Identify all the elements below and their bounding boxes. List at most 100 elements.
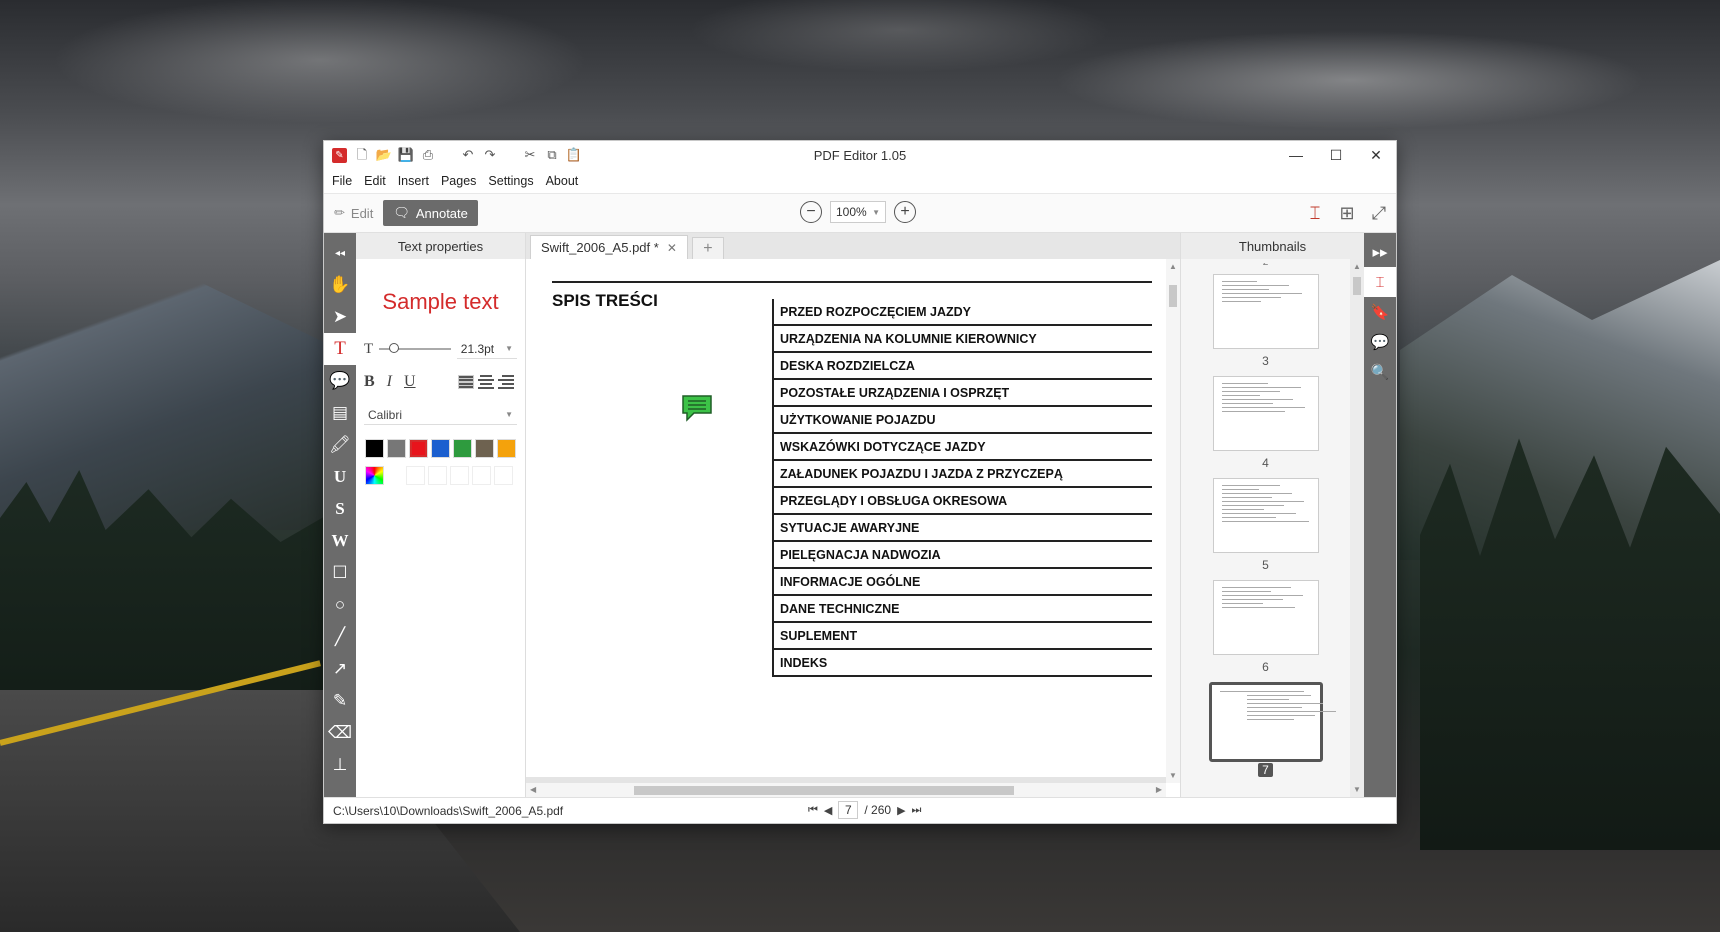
toc-entry[interactable]: PRZEGLĄDY I OBSŁUGA OKRESOWA xyxy=(772,488,1152,515)
toc-entry[interactable]: INFORMACJE OGÓLNE xyxy=(772,569,1152,596)
thumbnails-tab-icon[interactable]: ⌶ xyxy=(1364,267,1396,297)
arrow-tool-icon[interactable]: ↗ xyxy=(324,653,356,685)
save-icon[interactable]: 💾 xyxy=(398,148,414,162)
document-viewport[interactable]: SPIS TREŚCI PRZED ROZPOCZĘCIEM JAZDY URZĄ… xyxy=(526,259,1180,797)
toc-entry[interactable]: POZOSTAŁE URZĄDZENIA I OSPRZĘT xyxy=(772,380,1152,407)
maximize-button[interactable]: ☐ xyxy=(1316,141,1356,169)
toc-entry[interactable]: WSKAZÓWKI DOTYCZĄCE JAZDY xyxy=(772,434,1152,461)
document-vertical-scrollbar[interactable]: ▲ ▼ xyxy=(1166,259,1180,783)
align-center-icon[interactable] xyxy=(477,375,494,389)
comments-icon[interactable]: 💬 xyxy=(1364,327,1396,357)
next-page-icon[interactable]: ▶ xyxy=(897,804,905,817)
zoom-level-select[interactable]: 100% ▼ xyxy=(830,201,886,223)
font-family-select[interactable]: Calibri ▼ xyxy=(364,405,517,425)
thumbnail-item[interactable]: 5 xyxy=(1181,478,1350,572)
toc-entry[interactable]: DANE TECHNICZNE xyxy=(772,596,1152,623)
thumbnails-scrollbar[interactable]: ▲ ▼ xyxy=(1350,259,1364,797)
undo-icon[interactable]: ↶ xyxy=(461,148,475,162)
font-size-slider-thumb[interactable] xyxy=(388,343,399,353)
toc-entry[interactable]: ZAŁADUNEK POJAZDU I JAZDA Z PRZYCZEPĄ xyxy=(772,461,1152,488)
zoom-out-button[interactable]: − xyxy=(800,201,822,223)
toc-entry[interactable]: DESKA ROZDZIELCZA xyxy=(772,353,1152,380)
scroll-left-icon[interactable]: ◀ xyxy=(530,785,536,794)
scroll-down-icon[interactable]: ▼ xyxy=(1353,785,1361,794)
thumbnail-item[interactable]: 3 xyxy=(1181,274,1350,368)
strikethrough-tool-icon[interactable]: S xyxy=(324,493,356,525)
open-folder-icon[interactable]: 📂 xyxy=(376,148,392,162)
redo-icon[interactable]: ↷ xyxy=(483,148,497,162)
bookmark-icon[interactable]: 🔖 xyxy=(1364,297,1396,327)
scroll-up-icon[interactable]: ▲ xyxy=(1353,262,1361,271)
empty-color-slot[interactable] xyxy=(494,466,513,485)
comment-annotation-icon[interactable] xyxy=(680,393,714,423)
minimize-button[interactable]: — xyxy=(1276,141,1316,169)
toc-entry[interactable]: SYTUACJE AWARYJNE xyxy=(772,515,1152,542)
last-page-icon[interactable]: ⏭ xyxy=(912,804,922,817)
zoom-in-button[interactable]: + xyxy=(894,201,916,223)
thumbnail-item[interactable]: 4 xyxy=(1181,376,1350,470)
toc-entry[interactable]: INDEKS xyxy=(772,650,1152,677)
toc-entry[interactable]: PRZED ROZPOCZĘCIEM JAZDY xyxy=(772,299,1152,326)
underline-tool-icon[interactable]: U xyxy=(324,461,356,493)
edit-mode-button[interactable]: ✏ Edit xyxy=(324,205,383,221)
document-tab[interactable]: Swift_2006_A5.pdf * ✕ xyxy=(530,235,688,259)
thumbnail-page-preview[interactable] xyxy=(1212,580,1319,655)
toc-entry[interactable]: UŻYTKOWANIE POJAZDU xyxy=(772,407,1152,434)
thumbnail-page-preview[interactable] xyxy=(1212,478,1319,553)
current-page-input[interactable]: 7 xyxy=(838,801,859,819)
squiggly-tool-icon[interactable]: W xyxy=(324,525,356,557)
thumbnail-item[interactable]: 6 xyxy=(1181,580,1350,674)
empty-color-slot[interactable] xyxy=(472,466,491,485)
thumbnail-item[interactable]: 7 xyxy=(1181,682,1350,777)
grid-view-icon[interactable]: ⊞ xyxy=(1336,202,1358,224)
search-icon[interactable]: 🔍 xyxy=(1364,357,1396,387)
collapse-right-panel-icon[interactable]: ▸▸ xyxy=(1364,237,1396,267)
color-swatch[interactable] xyxy=(453,439,472,458)
cut-icon[interactable]: ✂ xyxy=(523,148,537,162)
empty-color-slot[interactable] xyxy=(450,466,469,485)
menu-insert[interactable]: Insert xyxy=(398,174,429,188)
thumbnail-page-preview[interactable] xyxy=(1212,274,1319,349)
eraser-tool-icon[interactable]: ⌫ xyxy=(324,717,356,749)
font-size-select[interactable]: 21.3pt ▼ xyxy=(456,339,517,359)
color-swatch[interactable] xyxy=(475,439,494,458)
select-arrow-icon[interactable]: ➤ xyxy=(324,301,356,333)
highlighter-icon[interactable]: 🖍 xyxy=(324,429,356,461)
hand-tool-icon[interactable]: ✋ xyxy=(324,269,356,301)
menu-pages[interactable]: Pages xyxy=(441,174,476,188)
close-button[interactable]: ✕ xyxy=(1356,141,1396,169)
toc-entry[interactable]: SUPLEMENT xyxy=(772,623,1152,650)
single-page-view-icon[interactable]: ⌶ xyxy=(1304,202,1326,224)
scroll-right-icon[interactable]: ▶ xyxy=(1156,785,1162,794)
menu-edit[interactable]: Edit xyxy=(364,174,386,188)
line-tool-icon[interactable]: ╱ xyxy=(324,621,356,653)
scroll-up-icon[interactable]: ▲ xyxy=(1169,262,1177,271)
pencil-tool-icon[interactable]: ✎ xyxy=(324,685,356,717)
first-page-icon[interactable]: ⏮ xyxy=(808,804,818,817)
vertical-scroll-thumb[interactable] xyxy=(1169,285,1177,307)
bold-icon[interactable]: B xyxy=(364,373,375,391)
empty-color-slot[interactable] xyxy=(406,466,425,485)
copy-icon[interactable]: ⧉ xyxy=(545,148,559,162)
color-swatch[interactable] xyxy=(409,439,428,458)
empty-color-slot[interactable] xyxy=(428,466,447,485)
align-left-icon[interactable] xyxy=(457,375,474,389)
pdf-page[interactable]: SPIS TREŚCI PRZED ROZPOCZĘCIEM JAZDY URZĄ… xyxy=(526,259,1166,783)
align-right-icon[interactable] xyxy=(497,375,514,389)
collapse-left-panel-icon[interactable]: ◂◂ xyxy=(324,237,356,269)
underline-icon[interactable]: U xyxy=(404,373,416,391)
rectangle-tool-icon[interactable]: ☐ xyxy=(324,557,356,589)
print-icon[interactable]: ⎙ xyxy=(421,148,435,162)
color-swatch[interactable] xyxy=(497,439,516,458)
menu-settings[interactable]: Settings xyxy=(488,174,533,188)
menu-about[interactable]: About xyxy=(546,174,579,188)
menu-file[interactable]: File xyxy=(332,174,352,188)
text-box-tool-icon[interactable]: ▤ xyxy=(324,397,356,429)
color-swatch[interactable] xyxy=(431,439,450,458)
horizontal-scroll-thumb[interactable] xyxy=(634,786,1014,795)
document-horizontal-scrollbar[interactable]: ◀ ▶ xyxy=(526,783,1166,797)
stamp-tool-icon[interactable]: ⊥ xyxy=(324,749,356,781)
previous-page-icon[interactable]: ◀ xyxy=(824,804,832,817)
toc-entry[interactable]: URZĄDZENIA NA KOLUMNIE KIEROWNICY xyxy=(772,326,1152,353)
toc-entry[interactable]: PIELĘGNACJA NADWOZIA xyxy=(772,542,1152,569)
